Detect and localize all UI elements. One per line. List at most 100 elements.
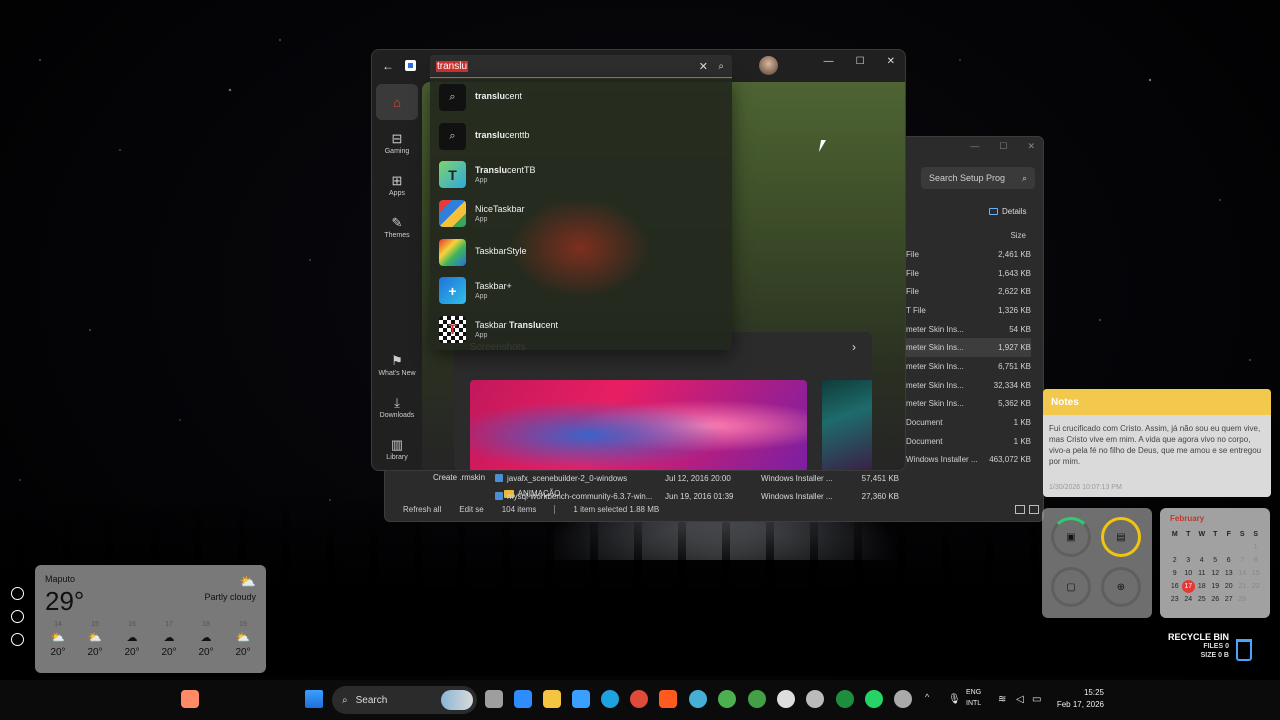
calendar-day[interactable]	[1182, 541, 1196, 554]
maximize-icon[interactable]: ☐	[856, 56, 865, 67]
calendar-day[interactable]: 7	[1236, 554, 1250, 567]
calendar-day[interactable]: 16	[1168, 580, 1182, 593]
store-icon[interactable]	[572, 690, 590, 708]
nav-whats-new[interactable]: ⚑ What's New	[372, 344, 422, 386]
calendar-day[interactable]: 17	[1181, 580, 1195, 593]
chatgpt2-icon[interactable]	[748, 690, 766, 708]
calendar-day[interactable]: 18	[1195, 580, 1209, 593]
calendar-day[interactable]: 28	[1236, 593, 1250, 606]
refresh-all-button[interactable]: Refresh all	[403, 505, 441, 514]
minimize-icon[interactable]: —	[970, 141, 979, 152]
calendar-day[interactable]	[1209, 541, 1223, 554]
whatsapp-icon[interactable]	[865, 690, 883, 708]
chevron-up-icon[interactable]: ^	[925, 692, 929, 702]
trash-icon[interactable]	[1236, 639, 1252, 661]
store-search-input[interactable]: translu ✕ ⌕	[430, 55, 732, 79]
calendar-day[interactable]: 19	[1209, 580, 1223, 593]
search-suggestion[interactable]: + Taskbar+ App	[430, 271, 732, 310]
table-row[interactable]: Windows Installer ... 463,072 KB	[906, 451, 1031, 470]
calendar-day[interactable]: 8	[1249, 554, 1263, 567]
search-icon[interactable]: ⌕	[718, 61, 724, 72]
create-rmskin-label[interactable]: Create .rmskin	[433, 473, 485, 482]
calendar-day[interactable]: 27	[1222, 593, 1236, 606]
clear-search-icon[interactable]: ✕	[699, 60, 708, 73]
table-row[interactable]: meter Skin Ins... 32,334 KB	[906, 376, 1031, 395]
recycle-bin-widget[interactable]: RECYCLE BIN FILES 0 SIZE 0 B	[1155, 632, 1229, 660]
brave-icon[interactable]	[659, 690, 677, 708]
table-row[interactable]: javafx_scenebuilder-2_0-windows Jul 12, …	[495, 469, 1015, 487]
minimize-icon[interactable]: —	[824, 56, 834, 67]
search-suggestion[interactable]: NiceTaskbar App	[430, 194, 732, 233]
calendar-day[interactable]: 11	[1195, 567, 1209, 580]
nav-gaming[interactable]: ⊟ Gaming	[372, 122, 422, 164]
calendar-day[interactable]: 5	[1209, 554, 1223, 567]
calendar-day[interactable]: 26	[1209, 593, 1223, 606]
table-row[interactable]: File 2,622 KB	[906, 282, 1031, 301]
task-view-icon[interactable]	[485, 690, 503, 708]
file-explorer-icon[interactable]	[543, 690, 561, 708]
clock[interactable]: 15:25 Feb 17, 2026	[1052, 687, 1104, 711]
search-suggestion[interactable]: T Taskbar Translucent App	[430, 310, 732, 349]
droplet-icon[interactable]	[894, 690, 912, 708]
chatgpt-green-icon[interactable]	[718, 690, 736, 708]
notes-widget[interactable]: Notes Fui crucificado com Cristo. Assim,…	[1043, 389, 1271, 497]
nav-library[interactable]: ▥ Library	[372, 428, 422, 470]
calendar-day[interactable]	[1168, 541, 1182, 554]
calendar-day[interactable]: 23	[1168, 593, 1182, 606]
widgets-icon[interactable]	[181, 690, 199, 708]
screenshot-thumbnail[interactable]	[822, 380, 872, 470]
info-icon[interactable]	[11, 610, 24, 623]
calendar-day[interactable]: 9	[1168, 567, 1182, 580]
chatgpt3-icon[interactable]	[836, 690, 854, 708]
search-suggestion[interactable]: ⌕ translucenttb	[430, 117, 732, 156]
calendar-day[interactable]: 2	[1168, 554, 1182, 567]
calendar-day[interactable]	[1195, 541, 1209, 554]
search-suggestion[interactable]: T TranslucentTB App	[430, 155, 732, 194]
nav-themes[interactable]: ✎ Themes	[372, 206, 422, 248]
size-column-header[interactable]: Size	[1010, 231, 1026, 240]
calendar-day[interactable]: 22	[1249, 580, 1263, 593]
table-row[interactable]: meter Skin Ins... 54 KB	[906, 320, 1031, 339]
back-arrow-icon[interactable]: ←	[382, 59, 394, 73]
table-row[interactable]: T File 1,326 KB	[906, 301, 1031, 320]
table-row[interactable]: meter Skin Ins... 5,362 KB	[906, 395, 1031, 414]
microphone-icon[interactable]: 🎙	[948, 694, 961, 705]
power-icon[interactable]	[11, 587, 24, 600]
table-row[interactable]: mysql-workbench-community-6.3.7-win... J…	[495, 487, 1015, 505]
close-icon[interactable]: ✕	[1027, 141, 1035, 152]
calendar-day[interactable]: 3	[1182, 554, 1196, 567]
table-row[interactable]: Document 1 KB	[906, 413, 1031, 432]
start-button[interactable]	[305, 690, 323, 708]
explorer-search-input[interactable]: Search Setup Prog ⌕	[921, 167, 1035, 189]
calendar-day[interactable]: 10	[1182, 567, 1196, 580]
teams-icon[interactable]	[689, 690, 707, 708]
openai-icon[interactable]	[777, 690, 795, 708]
search-suggestion[interactable]: ⌕ translucent	[430, 78, 732, 117]
nav-downloads[interactable]: ⤓ Downloads	[372, 386, 422, 428]
calendar-day[interactable]: 1	[1249, 541, 1263, 554]
screenshot-thumbnail[interactable]	[470, 380, 807, 470]
details-button[interactable]: Details	[989, 207, 1026, 216]
calendar-day[interactable]	[1222, 541, 1236, 554]
close-icon[interactable]: ✕	[887, 56, 895, 67]
wifi-icon[interactable]: ≋	[998, 694, 1006, 705]
calendar-day[interactable]: 14	[1236, 567, 1250, 580]
calendar-day[interactable]: 20	[1222, 580, 1236, 593]
calendar-day[interactable]: 21	[1236, 580, 1250, 593]
table-row[interactable]: Document 1 KB	[906, 432, 1031, 451]
chevron-right-icon[interactable]: ›	[852, 340, 856, 354]
language-indicator[interactable]: ENG INTL	[966, 687, 981, 709]
table-row[interactable]: File 1,643 KB	[906, 264, 1031, 283]
calendar-day[interactable]: 25	[1195, 593, 1209, 606]
calendar-day[interactable]: 24	[1182, 593, 1196, 606]
restart-icon[interactable]	[11, 633, 24, 646]
table-row[interactable]: meter Skin Ins... 6,751 KB	[906, 357, 1031, 376]
calendar-day[interactable]: 15	[1249, 567, 1263, 580]
calendar-day[interactable]: 4	[1195, 554, 1209, 567]
calendar-day[interactable]	[1249, 593, 1263, 606]
notes-body[interactable]: Fui crucificado com Cristo. Assim, já nã…	[1043, 415, 1271, 467]
tiles-view-icon[interactable]	[1029, 505, 1039, 514]
calendar-day[interactable]: 6	[1222, 554, 1236, 567]
edit-button[interactable]: Edit se	[459, 505, 483, 514]
edge-icon[interactable]	[601, 690, 619, 708]
